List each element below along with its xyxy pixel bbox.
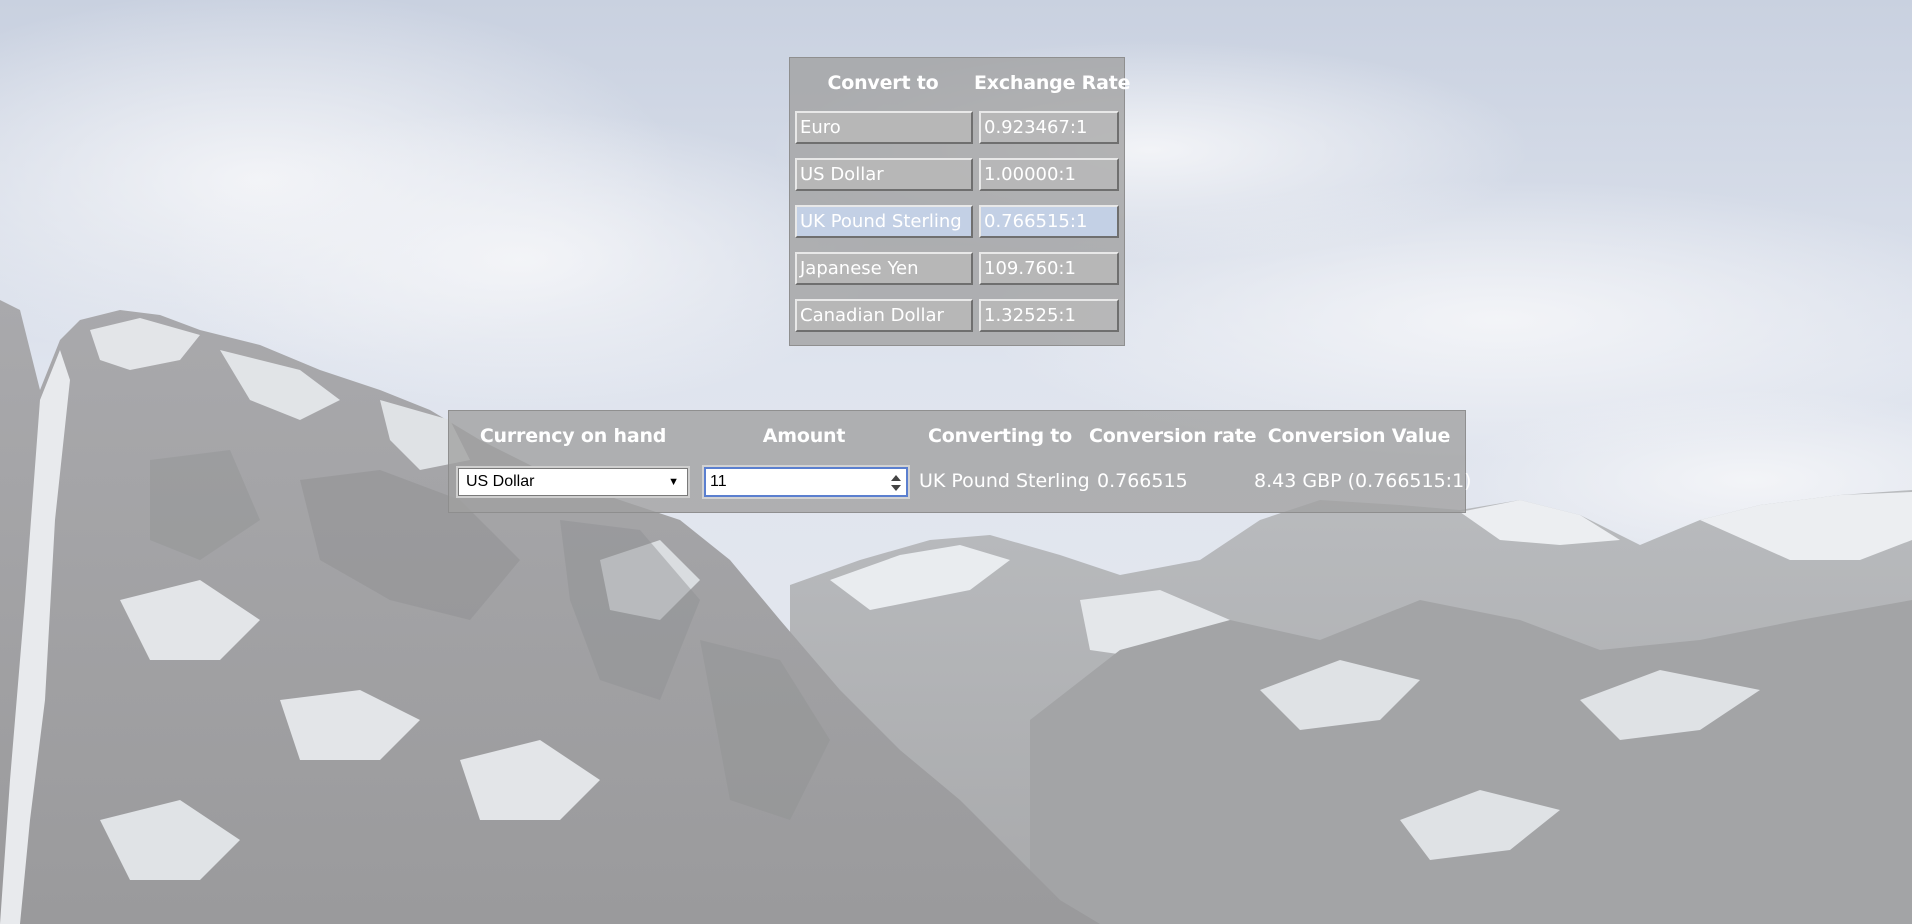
currency-label: Canadian Dollar	[800, 305, 944, 326]
rate-label: 1.00000:1	[984, 164, 1076, 185]
currency-label: Euro	[800, 117, 841, 138]
rate-label: 1.32525:1	[984, 305, 1076, 326]
spinner-icon[interactable]	[889, 472, 903, 494]
rate-label: 109.760:1	[984, 258, 1076, 279]
currency-label: UK Pound Sterling	[800, 211, 962, 232]
converting-to-header: Converting to	[927, 425, 1073, 447]
dropdown-arrow-icon: ▼	[668, 476, 679, 488]
rate-label: 0.766515:1	[984, 211, 1088, 232]
currency-on-hand-select[interactable]: US Dollar ▼	[456, 466, 690, 498]
amount-input[interactable]: 11	[702, 465, 910, 499]
currency-label: Japanese Yen	[800, 258, 919, 279]
convert-to-header: Convert to	[827, 72, 939, 94]
currency-on-hand-value: US Dollar	[466, 473, 535, 490]
conversion-rate-header: Conversion rate	[1089, 425, 1257, 447]
us-dollar-rate-cell[interactable]: 1.00000:1	[979, 158, 1119, 191]
convert-to-euro-button[interactable]: Euro	[795, 111, 973, 144]
currency-label: US Dollar	[800, 164, 884, 185]
converter-table: Currency on hand Amount Converting to Co…	[448, 410, 1472, 513]
canadian-dollar-rate-cell[interactable]: 1.32525:1	[979, 299, 1119, 332]
conversion-value-value: 8.43 GBP (0.766515:1)	[1254, 470, 1472, 492]
conversion-value-header: Conversion Value	[1267, 425, 1451, 447]
rate-label: 0.923467:1	[984, 117, 1088, 138]
converting-to-value: UK Pound Sterling	[919, 470, 1090, 492]
japanese-yen-rate-cell[interactable]: 109.760:1	[979, 252, 1119, 285]
exchange-rate-header: Exchange Rate	[974, 72, 1131, 94]
convert-to-canadian-dollar-button[interactable]: Canadian Dollar	[795, 299, 973, 332]
uk-pound-rate-cell[interactable]: 0.766515:1	[979, 205, 1119, 238]
euro-rate-cell[interactable]: 0.923467:1	[979, 111, 1119, 144]
amount-value: 11	[710, 473, 727, 490]
convert-to-us-dollar-button[interactable]: US Dollar	[795, 158, 973, 191]
conversion-rate-value: 0.766515	[1097, 470, 1188, 492]
exchange-rate-table: Convert to Exchange Rate Euro 0.923467:1…	[789, 57, 1131, 346]
convert-to-japanese-yen-button[interactable]: Japanese Yen	[795, 252, 973, 285]
currency-on-hand-header: Currency on hand	[479, 425, 667, 447]
convert-to-uk-pound-button[interactable]: UK Pound Sterling	[795, 205, 973, 238]
amount-header: Amount	[762, 425, 846, 447]
